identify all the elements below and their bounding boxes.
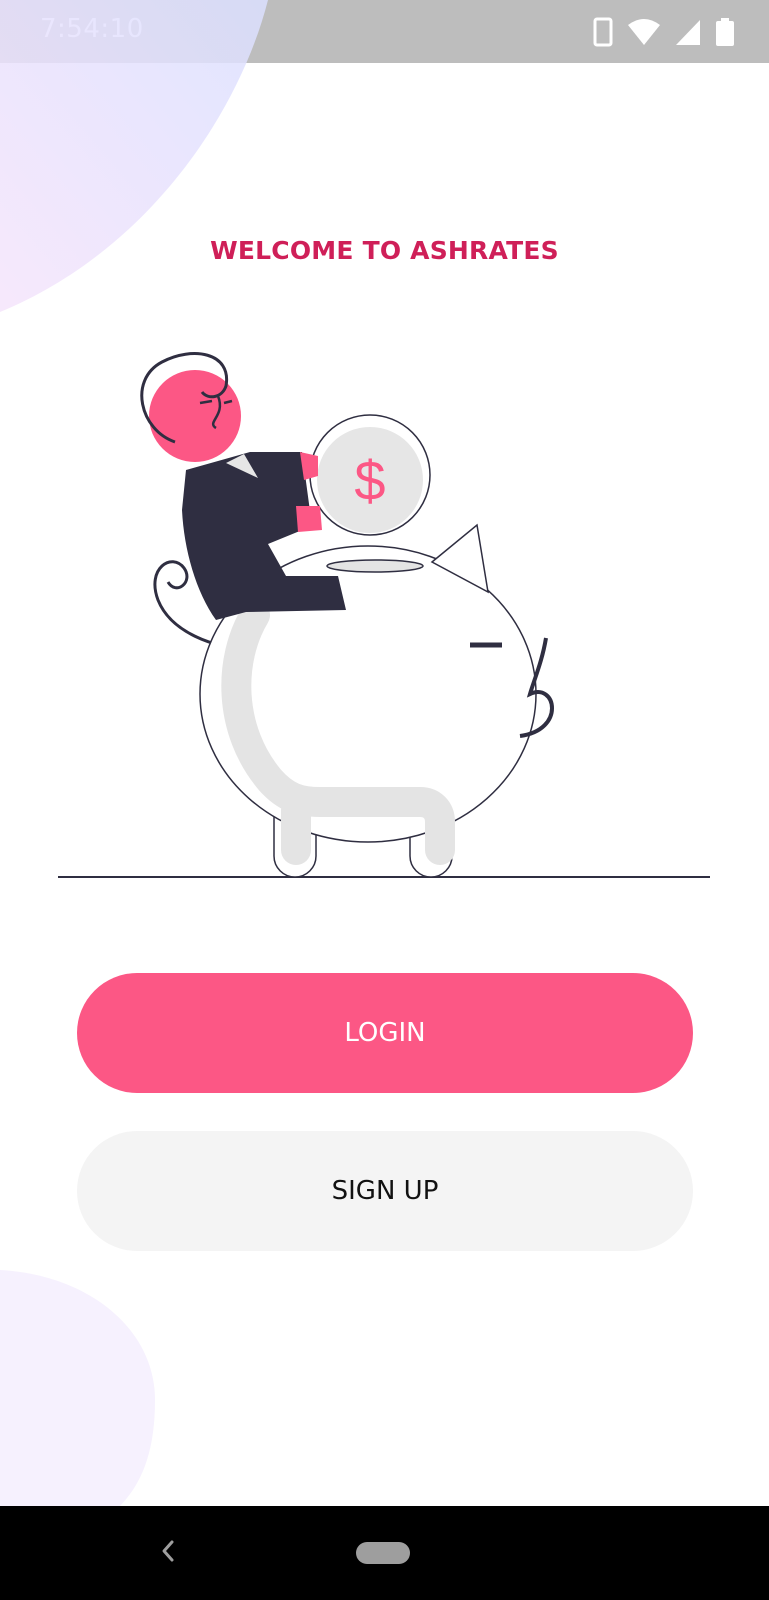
login-button[interactable]: LOGIN xyxy=(77,973,693,1093)
home-icon[interactable] xyxy=(356,1542,410,1564)
status-time: 7:54:10 xyxy=(40,14,144,44)
back-icon[interactable] xyxy=(158,1536,176,1566)
dollar-coin: $ xyxy=(309,414,431,536)
wifi-icon xyxy=(628,19,660,45)
decorative-blob-bottom xyxy=(0,1270,155,1506)
signup-button[interactable]: SIGN UP xyxy=(77,1131,693,1251)
navigation-bar xyxy=(0,1506,769,1600)
page-title: WELCOME TO ASHRATES xyxy=(210,236,559,265)
piggy-bank-illustration: $ xyxy=(58,352,710,878)
phone-icon xyxy=(593,17,613,47)
coin-symbol: $ xyxy=(354,449,385,512)
signal-icon xyxy=(676,20,700,45)
status-bar: 7:54:10 xyxy=(0,0,769,63)
battery-icon xyxy=(716,18,734,46)
